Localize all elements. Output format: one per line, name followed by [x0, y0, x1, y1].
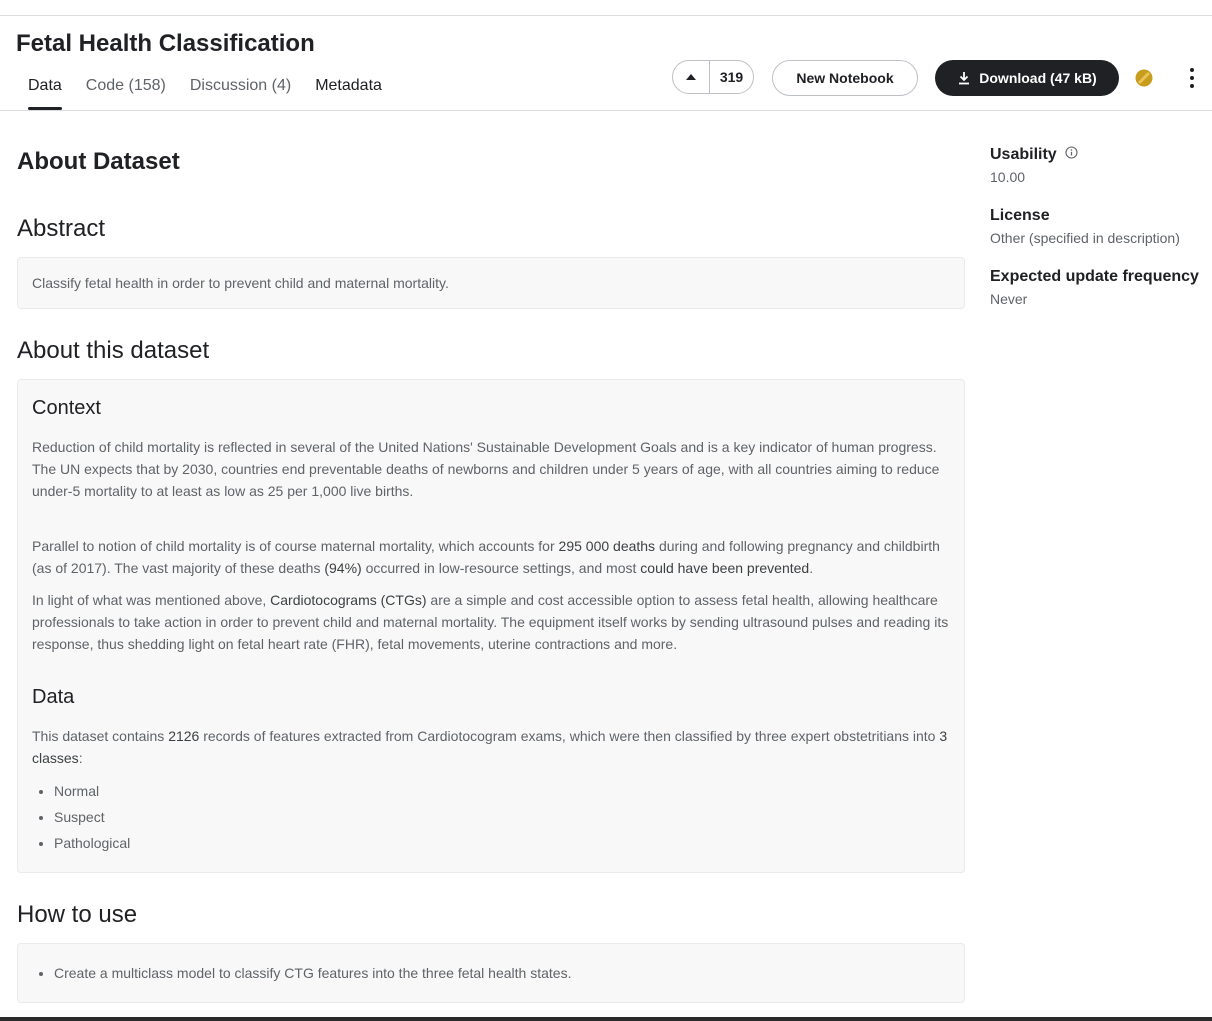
new-notebook-button[interactable]: New Notebook: [772, 60, 918, 96]
dataset-tabs: Data Code (158) Discussion (4) Metadata: [16, 74, 394, 110]
about-this-dataset-heading: About this dataset: [17, 337, 210, 364]
context-p2-prevented: could have been prevented: [640, 560, 810, 576]
data-p-a: This dataset contains: [32, 728, 169, 744]
context-p3-ctgs: Cardiotocograms (CTGs): [270, 592, 427, 608]
license-block: License Other (specified in description): [990, 207, 1212, 246]
license-value: Other (specified in description): [990, 230, 1180, 246]
context-heading: Context: [32, 397, 101, 419]
download-icon: [957, 71, 971, 85]
info-icon[interactable]: [1065, 146, 1078, 164]
update-frequency-label: Expected update frequency: [990, 268, 1199, 285]
data-heading: Data: [32, 686, 75, 708]
context-p2-percent: (94%): [324, 560, 362, 576]
update-frequency-value: Never: [990, 291, 1028, 307]
about-dataset-heading: About Dataset: [17, 148, 180, 175]
abstract-text: Classify fetal health in order to preven…: [32, 275, 449, 291]
usability-label: Usability: [990, 146, 1212, 164]
list-item: Normal: [54, 778, 130, 804]
list-item: Pathological: [54, 830, 130, 856]
context-p2-a: Parallel to notion of child mortality is…: [32, 538, 559, 554]
upvote-control: 319: [672, 60, 754, 94]
usability-value: 10.00: [990, 169, 1026, 185]
context-p2-g: .: [809, 560, 814, 576]
usability-block: Usability 10.00: [990, 146, 1212, 185]
context-p1-line-b: The UN expects that by 2030, countries e…: [32, 461, 940, 499]
license-label: License: [990, 207, 1050, 224]
caret-up-icon: [686, 74, 696, 80]
update-frequency-block: Expected update frequency Never: [990, 268, 1212, 307]
bottom-scrollbar[interactable]: [0, 1017, 1212, 1021]
list-item: Create a multiclass model to classify CT…: [54, 960, 571, 986]
download-label: Download (47 kB): [979, 70, 1097, 86]
how-to-use-heading: How to use: [17, 901, 138, 928]
tab-code[interactable]: Code (158): [74, 74, 178, 110]
how-to-use-list: Create a multiclass model to classify CT…: [32, 960, 571, 986]
abstract-box: Classify fetal health in order to preven…: [17, 257, 965, 309]
data-p-e: :: [78, 750, 83, 766]
more-options-icon[interactable]: [1183, 68, 1201, 88]
context-paragraph-2: Parallel to notion of child mortality is…: [32, 535, 952, 579]
context-p2-text: Parallel to notion of child mortality is…: [32, 535, 952, 579]
tab-discussion[interactable]: Discussion (4): [178, 74, 303, 110]
how-to-use-box: Create a multiclass model to classify CT…: [17, 943, 965, 1003]
description-box: Context Reduction of child mortality is …: [17, 379, 965, 873]
vote-count: 319: [719, 69, 744, 85]
abstract-heading: Abstract: [17, 215, 106, 242]
context-paragraph-3: In light of what was mentioned above, Ca…: [32, 589, 952, 655]
data-paragraph: This dataset contains 2126 records of fe…: [32, 725, 952, 769]
classes-list: Normal Suspect Pathological: [32, 778, 130, 856]
tab-data[interactable]: Data: [16, 74, 74, 110]
context-p3-text: In light of what was mentioned above, Ca…: [32, 589, 952, 655]
upvote-button[interactable]: [673, 61, 710, 93]
metadata-sidebar: Usability 10.00 License Other (specified…: [990, 146, 1212, 329]
context-p1-line-a: Reduction of child mortality is reflecte…: [32, 439, 937, 455]
page-title: Fetal Health Classification: [16, 30, 315, 57]
data-p-text: This dataset contains 2126 records of fe…: [32, 725, 952, 769]
usability-label-text: Usability: [990, 146, 1057, 163]
context-p2-deaths: 295 000 deaths: [558, 538, 656, 554]
list-item: Suspect: [54, 804, 130, 830]
data-p-c: records of features extracted from Cardi…: [199, 728, 940, 744]
tab-metadata[interactable]: Metadata: [303, 74, 394, 110]
dataset-header: Fetal Health Classification Data Code (1…: [0, 16, 1212, 111]
context-p2-e: occurred in low-resource settings, and m…: [361, 560, 641, 576]
context-paragraph-1: Reduction of child mortality is reflecte…: [32, 436, 952, 502]
medal-icon[interactable]: [1135, 69, 1153, 87]
data-p-count: 2126: [168, 728, 200, 744]
context-p3-a: In light of what was mentioned above,: [32, 592, 271, 608]
download-button[interactable]: Download (47 kB): [935, 60, 1119, 96]
new-notebook-label: New Notebook: [796, 70, 894, 86]
